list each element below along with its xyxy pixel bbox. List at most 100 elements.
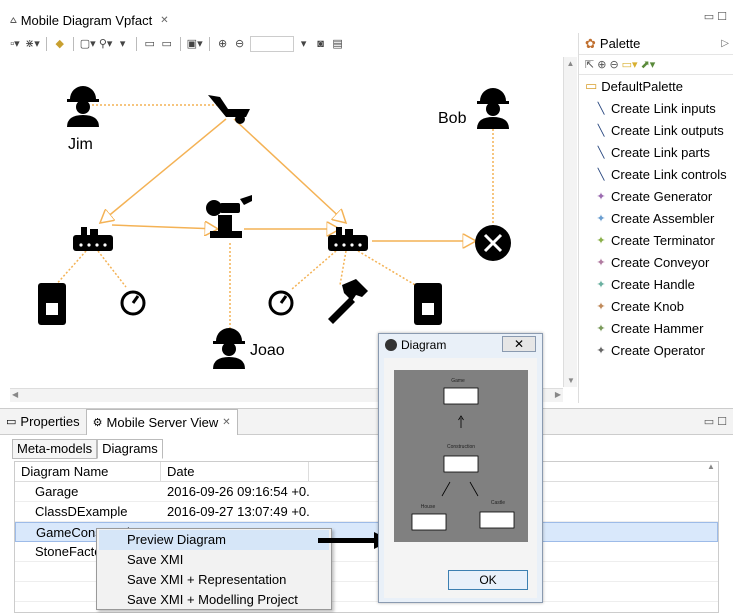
hammer-icon[interactable] bbox=[328, 279, 368, 324]
palette-item[interactable]: ✦ Create Hammer bbox=[579, 317, 733, 339]
operator-icon[interactable] bbox=[213, 328, 245, 369]
subtabs: Meta-models Diagrams bbox=[12, 439, 163, 459]
menu-item-save-xmi[interactable]: Save XMI bbox=[99, 550, 329, 570]
pin-icon[interactable]: ◆ bbox=[53, 36, 67, 52]
link-assembler1-handle[interactable] bbox=[53, 250, 87, 288]
terminator-icon[interactable] bbox=[475, 225, 511, 261]
assembler-icon[interactable] bbox=[73, 227, 113, 251]
pin-tool-icon[interactable]: ⬈▾ bbox=[641, 58, 656, 71]
paste-icon[interactable]: ▣▾ bbox=[187, 36, 203, 52]
link-assembler2-handle[interactable] bbox=[357, 250, 423, 290]
palette-items: ╲ Create Link inputs ╲ Create Link outputs ╲… bbox=[579, 97, 733, 361]
close-icon[interactable]: ✕ bbox=[160, 15, 168, 26]
link-assembler1-knob[interactable] bbox=[97, 250, 127, 288]
palette-item-label: Create Link controls bbox=[611, 166, 727, 182]
palette-item[interactable]: ╲ Create Link inputs bbox=[579, 97, 733, 119]
palette-item[interactable]: ╲ Create Link parts bbox=[579, 141, 733, 163]
palette-item-label: Create Generator bbox=[611, 188, 713, 204]
image-icon[interactable]: ▭ bbox=[160, 36, 174, 52]
table-row[interactable]: ClassDExample 2016-09-27 13:07:49 +0... bbox=[15, 502, 718, 522]
preview-label: Castle bbox=[491, 500, 505, 506]
filter-icon[interactable]: ⚲▾ bbox=[99, 36, 113, 52]
palette-item[interactable]: ╲ Create Link outputs bbox=[579, 119, 733, 141]
palette-item[interactable]: ✦ Create Generator bbox=[579, 185, 733, 207]
palette-panel: ✿ Palette ▷ ⇱ ⊕ ⊖ ▭▾ ⬈▾ ▭ DefaultPalette… bbox=[578, 33, 733, 403]
chevron-down-icon[interactable]: ▾ bbox=[297, 36, 311, 52]
tab-label: Mobile Server View bbox=[106, 414, 219, 430]
style-icon[interactable]: ▾ bbox=[116, 36, 130, 52]
link-assembler2-hammer[interactable] bbox=[339, 250, 347, 286]
knob-icon[interactable] bbox=[268, 290, 294, 316]
handle-icon[interactable] bbox=[38, 283, 66, 325]
column-header[interactable]: Diagram Name bbox=[15, 462, 161, 481]
dialog-title: Diagram bbox=[401, 338, 447, 352]
subtab-meta-models[interactable]: Meta-models bbox=[12, 439, 98, 459]
vertical-scrollbar[interactable]: ▲ ▼ bbox=[563, 57, 577, 387]
zoom-in-icon[interactable]: ⊕ bbox=[216, 36, 230, 52]
link-icon: ╲ bbox=[597, 102, 605, 115]
robot-arm-icon[interactable] bbox=[206, 195, 252, 238]
palette-item[interactable]: ✦ Create Conveyor bbox=[579, 251, 733, 273]
chevron-right-icon[interactable]: ▷ bbox=[721, 38, 729, 49]
zoom-combo[interactable] bbox=[249, 36, 294, 52]
assembler-icon: ✦ bbox=[596, 212, 606, 225]
select-icon[interactable]: ⋇▾ bbox=[25, 36, 40, 52]
palette-item[interactable]: ✦ Create Handle bbox=[579, 273, 733, 295]
palette-icon: ✿ bbox=[585, 35, 596, 51]
tab-mobile-server-view[interactable]: ⚙ Mobile Server View ✕ bbox=[85, 408, 238, 435]
close-icon[interactable]: ✕ bbox=[222, 417, 230, 428]
menu-item-save-xmi-representation[interactable]: Save XMI + Representation bbox=[99, 570, 329, 590]
select-tool-icon[interactable]: ⇱ bbox=[585, 58, 594, 71]
ok-button[interactable]: OK bbox=[448, 570, 528, 590]
column-header[interactable]: Date bbox=[161, 462, 309, 481]
camera-icon[interactable]: ◙ bbox=[314, 36, 328, 52]
palette-item[interactable]: ✦ Create Operator bbox=[579, 339, 733, 361]
menu-item-save-xmi-modelling-project[interactable]: Save XMI + Modelling Project bbox=[99, 590, 329, 610]
close-button[interactable]: ✕ bbox=[502, 336, 536, 352]
zoom-in-icon[interactable]: ⊕ bbox=[597, 58, 606, 71]
palette-item[interactable]: ✦ Create Assembler bbox=[579, 207, 733, 229]
palette-item[interactable]: ✦ Create Terminator bbox=[579, 229, 733, 251]
server-icon: ⚙ bbox=[92, 416, 103, 429]
diagram-icon: ⩟ bbox=[10, 13, 17, 26]
arrange-icon[interactable]: ▫▾ bbox=[8, 36, 22, 52]
link-assembler2-knob[interactable] bbox=[291, 250, 337, 290]
operator-icon[interactable] bbox=[67, 86, 99, 127]
preview-node bbox=[443, 387, 479, 405]
table-row[interactable]: Garage 2016-09-26 09:16:54 +0... bbox=[15, 482, 718, 502]
tab-properties[interactable]: ▭ Properties bbox=[0, 409, 86, 435]
zoom-out-icon[interactable]: ⊖ bbox=[609, 58, 618, 71]
cell-diagram-name: Garage bbox=[35, 484, 79, 499]
note-icon[interactable]: ▭▾ bbox=[622, 58, 638, 71]
palette-item-label: Create Link outputs bbox=[611, 122, 724, 138]
palette-item[interactable]: ╲ Create Link controls bbox=[579, 163, 733, 185]
layer-icon[interactable]: ▢▾ bbox=[80, 36, 96, 52]
handle-icon[interactable] bbox=[414, 283, 442, 325]
preview-label: Game bbox=[451, 378, 465, 384]
operator-icon[interactable] bbox=[477, 88, 509, 129]
preview-node bbox=[411, 513, 447, 531]
assembler-icon[interactable] bbox=[328, 227, 368, 251]
link-assembler1-operator[interactable] bbox=[111, 225, 218, 229]
diagram-preview: Game Construction House Castle bbox=[394, 370, 528, 542]
window-controls[interactable]: ▭ ☐ bbox=[704, 415, 727, 428]
dialog-body: Game Construction House Castle OK bbox=[384, 358, 537, 598]
link-icon: ╲ bbox=[597, 168, 605, 181]
handle-icon: ✦ bbox=[596, 278, 606, 291]
preview-label: Construction bbox=[447, 444, 475, 450]
menu-item-preview-diagram[interactable]: Preview Diagram bbox=[99, 530, 329, 550]
export-icon[interactable]: ▭ bbox=[143, 36, 157, 52]
editor-tab[interactable]: ⩟ Mobile Diagram Vpfact ✕ bbox=[4, 8, 175, 32]
window-controls[interactable]: ▭ ☐ bbox=[704, 10, 727, 23]
properties-icon[interactable]: ▤ bbox=[331, 36, 345, 52]
zoom-out-icon[interactable]: ⊖ bbox=[233, 36, 247, 52]
conveyor-icon: ✦ bbox=[596, 256, 606, 269]
palette-header: ✿ Palette ▷ bbox=[579, 33, 733, 55]
palette-item[interactable]: ✦ Create Knob bbox=[579, 295, 733, 317]
subtab-diagrams[interactable]: Diagrams bbox=[97, 439, 163, 459]
link-generator-assembler2[interactable] bbox=[233, 118, 346, 223]
knob-icon[interactable] bbox=[120, 290, 146, 316]
generator-icon[interactable] bbox=[208, 95, 250, 124]
palette-drawer[interactable]: ▭ DefaultPalette bbox=[579, 75, 733, 97]
link-icon: ╲ bbox=[597, 146, 605, 159]
